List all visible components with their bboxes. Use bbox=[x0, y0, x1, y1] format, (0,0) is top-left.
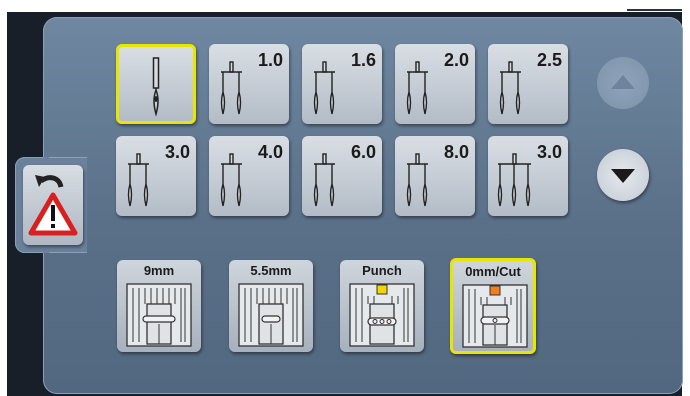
scroll-down-arrow-icon bbox=[611, 169, 635, 183]
needle-size-label: 6.0 bbox=[350, 142, 376, 162]
needle-size-label: 3.0 bbox=[536, 142, 562, 162]
stitch-plate-punch-button[interactable]: Punch bbox=[340, 260, 424, 352]
stitch-plate-label: 0mm/Cut bbox=[465, 264, 521, 279]
stitch-plate-0mm-cut-button[interactable]: 0mm/Cut bbox=[450, 258, 536, 354]
needle-button-twin-6-0[interactable]: 6.0 bbox=[302, 136, 382, 216]
needle-button-twin-3-0[interactable]: 3.0 bbox=[116, 136, 196, 216]
top-indicator-line bbox=[627, 9, 682, 11]
needle-button-twin-8-0[interactable]: 8.0 bbox=[395, 136, 475, 216]
stitch-plate-label: 5.5mm bbox=[250, 263, 292, 278]
needle-size-label: 3.0 bbox=[164, 142, 190, 162]
scroll-up-arrow-icon bbox=[611, 75, 635, 89]
stitch-plate-icon bbox=[462, 284, 528, 348]
punch-marker bbox=[376, 284, 388, 295]
scroll-down-button[interactable] bbox=[597, 149, 649, 201]
needle-button-twin-4-0[interactable]: 4.0 bbox=[209, 136, 289, 216]
needle-button-twin-2-5[interactable]: 2.5 bbox=[488, 44, 568, 124]
stitch-plate-icon bbox=[349, 283, 415, 347]
needle-button-single[interactable] bbox=[116, 44, 196, 124]
scroll-up-button[interactable] bbox=[597, 57, 649, 109]
needle-button-twin-1-6[interactable]: 1.6 bbox=[302, 44, 382, 124]
stitch-plate-icon bbox=[126, 283, 192, 347]
needle-button-twin-1-0[interactable]: 1.0 bbox=[209, 44, 289, 124]
needle-button-twin-2-0[interactable]: 2.0 bbox=[395, 44, 475, 124]
back-warning-button[interactable] bbox=[23, 165, 83, 245]
cut-marker bbox=[489, 285, 501, 296]
needle-size-label: 4.0 bbox=[257, 142, 283, 162]
back-warning-icon bbox=[28, 175, 78, 236]
stitch-plate-label: 9mm bbox=[143, 263, 175, 278]
needle-size-label: 2.5 bbox=[536, 50, 562, 70]
needle-size-label: 2.0 bbox=[443, 50, 469, 70]
needle-size-label: 8.0 bbox=[443, 142, 469, 162]
stitch-plate-label: Punch bbox=[362, 263, 402, 278]
stitch-plate-icon bbox=[238, 283, 304, 347]
needle-button-triple-3-0[interactable]: 3.0 bbox=[488, 136, 568, 216]
single-needle-icon bbox=[152, 57, 160, 117]
needle-size-label: 1.6 bbox=[350, 50, 376, 70]
needle-size-label: 1.0 bbox=[257, 50, 283, 70]
stitch-plate-9mm-button[interactable]: 9mm bbox=[117, 260, 201, 352]
stitch-plate-5-5mm-button[interactable]: 5.5mm bbox=[229, 260, 313, 352]
